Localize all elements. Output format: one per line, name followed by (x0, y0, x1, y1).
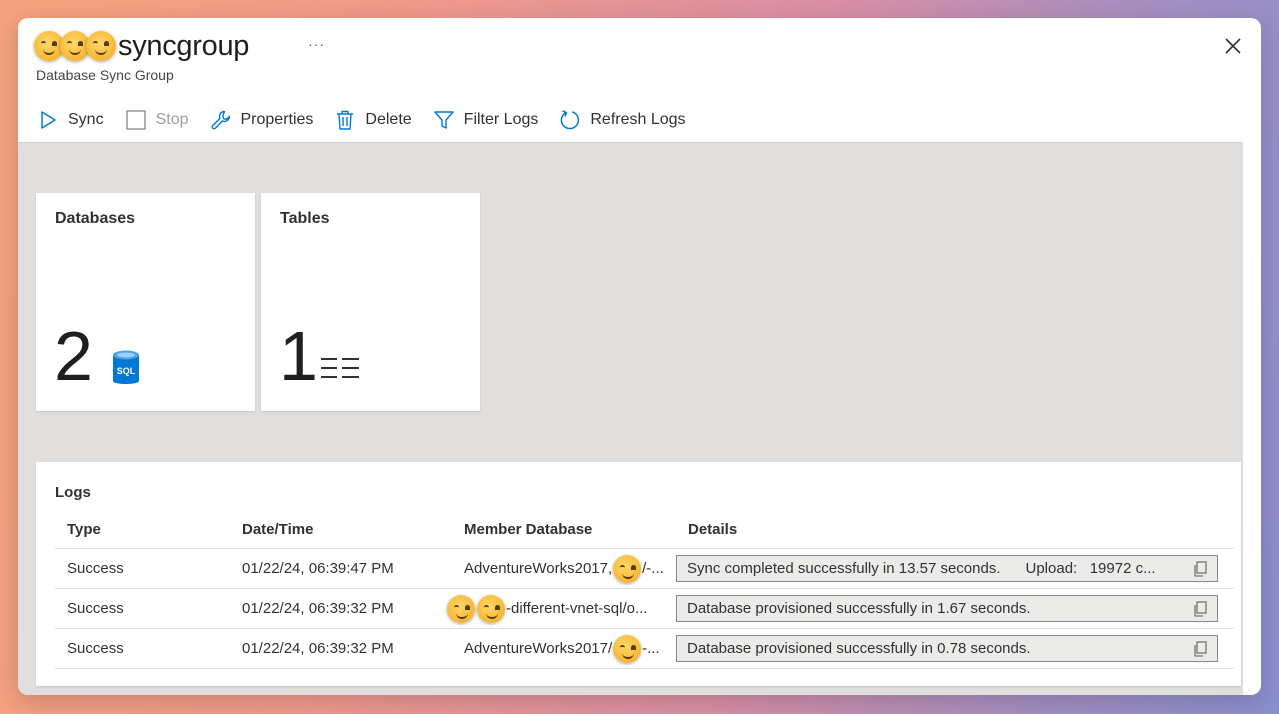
filter-icon (432, 108, 456, 132)
databases-tile-title: Databases (55, 210, 136, 227)
column-header-member-database[interactable]: Member Database (452, 510, 676, 549)
member-database-prefix: AdventureWorks2017, (464, 560, 613, 577)
log-details-text: Database provisioned successfully in 0.7… (687, 640, 1031, 657)
refresh-logs-button[interactable]: Refresh Logs (558, 108, 686, 132)
log-datetime: 01/22/24, 06:39:32 PM (230, 628, 452, 669)
logs-header-row: Type Date/Time Member Database Details (55, 510, 1234, 549)
stop-button[interactable]: Stop (124, 108, 189, 132)
wrench-icon (209, 108, 233, 132)
delete-button[interactable]: Delete (333, 108, 412, 132)
dashboard-content: Databases 2 SQL Tables 1 Logs Type Date/… (18, 142, 1243, 695)
log-member-database: AdventureWorks2017/ -... (452, 628, 676, 669)
log-details-text: Sync completed successfully in 13.57 sec… (687, 560, 1156, 577)
tables-tile-title: Tables (280, 210, 330, 227)
redacted-emoji-icon (447, 594, 475, 623)
svg-text:SQL: SQL (117, 366, 136, 376)
log-type: Success (55, 628, 230, 669)
log-details-cell: Database provisioned successfully in 1.6… (676, 588, 1234, 629)
title-row: syncgroup (34, 28, 249, 64)
member-database-suffix: /-... (642, 560, 664, 577)
sync-label: Sync (68, 111, 104, 128)
close-icon (1225, 38, 1241, 54)
more-options-button[interactable]: ··· (308, 36, 325, 52)
tables-tile[interactable]: Tables 1 (261, 193, 480, 411)
log-type: Success (55, 588, 230, 629)
table-row[interactable]: Success 01/22/24, 06:39:32 PM AdventureW… (55, 628, 1234, 669)
play-icon (36, 108, 60, 132)
column-header-details[interactable]: Details (676, 510, 1234, 549)
databases-tile[interactable]: Databases 2 SQL (36, 193, 255, 411)
log-datetime: 01/22/24, 06:39:47 PM (230, 548, 452, 589)
log-datetime: 01/22/24, 06:39:32 PM (230, 588, 452, 629)
member-database-suffix: -different-vnet-sql/o... (506, 600, 648, 617)
stop-label: Stop (155, 111, 189, 128)
member-database-prefix: AdventureWorks2017/ (464, 640, 613, 657)
log-details-field[interactable]: Database provisioned successfully in 1.6… (676, 595, 1218, 622)
page-title: syncgroup (118, 29, 250, 62)
stop-icon (124, 108, 148, 132)
copy-button[interactable] (1191, 600, 1209, 618)
properties-label: Properties (240, 111, 314, 128)
sync-group-blade: syncgroup ··· Database Sync Group Sync S… (18, 18, 1261, 695)
refresh-icon (558, 108, 582, 132)
copy-icon (1194, 600, 1207, 617)
copy-icon (1194, 560, 1207, 577)
sql-database-icon: SQL (113, 350, 139, 384)
close-button[interactable] (1221, 34, 1245, 58)
tables-count: 1 (279, 317, 318, 395)
log-details-cell: Database provisioned successfully in 0.7… (676, 628, 1234, 669)
redacted-emoji-icon (613, 634, 642, 663)
log-member-database: -different-vnet-sql/o... (447, 588, 676, 629)
page-subtitle: Database Sync Group (36, 67, 174, 83)
command-bar: Sync Stop Properties Delete Filter Logs … (36, 106, 1241, 134)
column-header-datetime[interactable]: Date/Time (230, 510, 452, 549)
sync-button[interactable]: Sync (36, 108, 104, 132)
copy-button[interactable] (1191, 560, 1209, 578)
member-database-suffix: -... (642, 640, 660, 657)
copy-icon (1194, 640, 1207, 657)
table-row[interactable]: Success 01/22/24, 06:39:32 PM -different… (55, 588, 1234, 629)
logs-panel: Logs Type Date/Time Member Database Deta… (36, 462, 1241, 686)
log-type: Success (55, 548, 230, 589)
trash-icon (333, 108, 357, 132)
log-details-field[interactable]: Database provisioned successfully in 0.7… (676, 635, 1218, 662)
refresh-logs-label: Refresh Logs (590, 111, 686, 128)
copy-button[interactable] (1191, 640, 1209, 658)
logs-table: Type Date/Time Member Database Details S… (55, 510, 1234, 669)
table-lines-icon (321, 358, 359, 378)
log-details-cell: Sync completed successfully in 13.57 sec… (676, 548, 1234, 589)
redacted-emoji-icon (86, 31, 116, 61)
redacted-emoji-icon (613, 554, 642, 583)
databases-count: 2 (54, 317, 93, 395)
log-details-text: Database provisioned successfully in 1.6… (687, 600, 1031, 617)
column-header-type[interactable]: Type (55, 510, 230, 549)
redacted-emoji-group (34, 31, 116, 61)
log-details-field[interactable]: Sync completed successfully in 13.57 sec… (676, 555, 1218, 582)
filter-logs-button[interactable]: Filter Logs (432, 108, 539, 132)
properties-button[interactable]: Properties (209, 108, 314, 132)
logs-title: Logs (55, 484, 91, 501)
delete-label: Delete (365, 111, 412, 128)
table-row[interactable]: Success 01/22/24, 06:39:47 PM AdventureW… (55, 548, 1234, 589)
log-member-database: AdventureWorks2017, /-... (452, 548, 676, 589)
redacted-emoji-icon (477, 594, 505, 623)
filter-logs-label: Filter Logs (463, 111, 539, 128)
